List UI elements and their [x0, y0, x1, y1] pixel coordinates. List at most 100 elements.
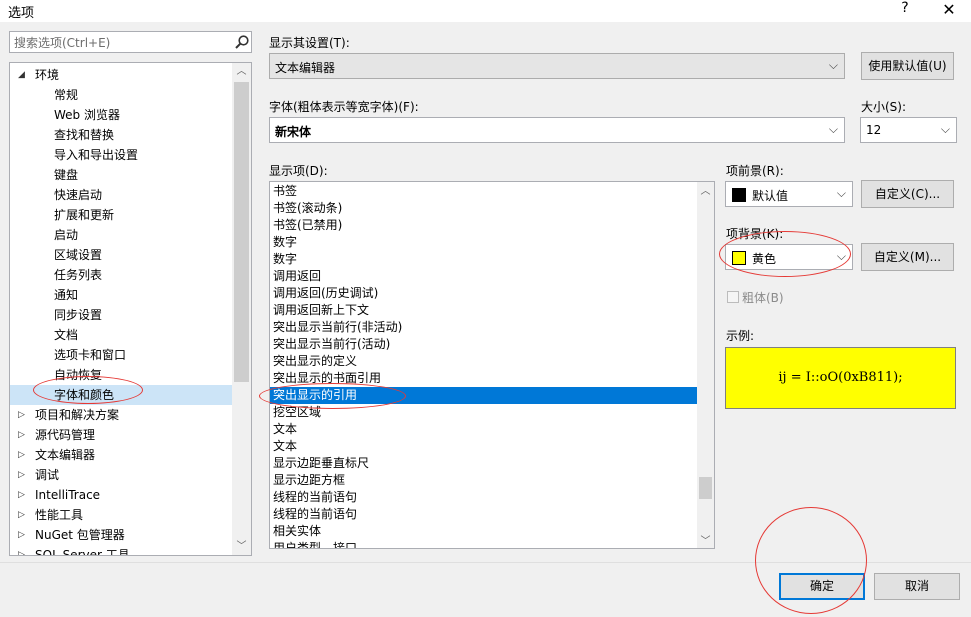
annotation-circle	[259, 383, 406, 409]
color-swatch	[732, 188, 746, 202]
list-item[interactable]: 相关实体	[270, 523, 697, 540]
foreground-label: 项前景(R):	[726, 164, 784, 178]
scroll-up-arrow-icon[interactable]: ︿	[232, 63, 251, 80]
list-item[interactable]: 文本	[270, 438, 697, 455]
tree-item-label: Web 浏览器	[54, 108, 120, 122]
background-custom-button[interactable]: 自定义(M)...	[861, 243, 954, 271]
list-item[interactable]: 突出显示当前行(非活动)	[270, 319, 697, 336]
list-scrollbar[interactable]: ︿ ﹀	[697, 182, 714, 548]
scroll-down-arrow-icon[interactable]: ﹀	[697, 532, 714, 548]
display-items-list[interactable]: 书签 书签(滚动条) 书签(已禁用) 数字 数字 调用返回 调用返回(历史调试) 调用返回新上…	[269, 181, 715, 549]
collapsed-arrow-icon[interactable]: ▷	[18, 405, 25, 425]
title-bar: 选项 ? ✕	[0, 0, 971, 22]
tree-item[interactable]: ▷ 调试	[10, 465, 232, 485]
bold-label: 粗体(B)	[742, 291, 784, 305]
tree-item[interactable]: 键盘	[10, 165, 232, 185]
chevron-down-icon: ⌵	[940, 122, 950, 136]
scroll-thumb[interactable]	[699, 477, 712, 499]
tree-item[interactable]: 任务列表	[10, 265, 232, 285]
search-box	[9, 31, 252, 53]
tree-item[interactable]: 文档	[10, 325, 232, 345]
list-item[interactable]: 线程的当前语句	[270, 506, 697, 523]
tree-scrollbar[interactable]: ︿ ﹀	[232, 63, 251, 555]
collapsed-arrow-icon[interactable]: ▷	[18, 425, 25, 445]
list-item[interactable]: 书签(滚动条)	[270, 200, 697, 217]
tree-item[interactable]: ▷ IntelliTrace	[10, 485, 232, 505]
list-item[interactable]: 数字	[270, 234, 697, 251]
tree-item[interactable]: ◢ 环境	[10, 65, 232, 85]
list-item[interactable]: 文本	[270, 421, 697, 438]
font-select[interactable]: 新宋体 ⌵	[269, 117, 845, 143]
list-item[interactable]: 突出显示的定义	[270, 353, 697, 370]
tree-item[interactable]: 区域设置	[10, 245, 232, 265]
collapsed-arrow-icon[interactable]: ▷	[18, 465, 25, 485]
list-item[interactable]: 调用返回(历史调试)	[270, 285, 697, 302]
list-item[interactable]: 显示边距方框	[270, 472, 697, 489]
sample-preview: ij = I::oO(0xB811);	[725, 347, 956, 409]
font-value: 新宋体	[275, 125, 312, 139]
cancel-button[interactable]: 取消	[874, 573, 960, 600]
tree-item-label: 性能工具	[35, 508, 84, 522]
tree-item[interactable]: ▷ NuGet 包管理器	[10, 525, 232, 545]
annotation-circle	[755, 507, 867, 614]
chevron-down-icon: ⌵	[828, 122, 838, 136]
foreground-select[interactable]: 默认值 ⌵	[725, 181, 853, 207]
tree-item-label: 导入和导出设置	[54, 148, 139, 162]
font-label: 字体(粗体表示等宽字体)(F):	[269, 100, 419, 114]
list-item[interactable]: 调用返回新上下文	[270, 302, 697, 319]
expanded-arrow-icon[interactable]: ◢	[18, 65, 25, 85]
collapsed-arrow-icon[interactable]: ▷	[18, 525, 25, 545]
settings-for-select[interactable]: 文本编辑器 ⌵	[269, 53, 845, 79]
size-label: 大小(S):	[861, 100, 907, 114]
tree-item-label: 启动	[54, 228, 79, 242]
tree-item[interactable]: ▷ 文本编辑器	[10, 445, 232, 465]
annotation-circle	[33, 376, 143, 404]
tree-item-label: 文本编辑器	[35, 448, 96, 462]
tree-item[interactable]: ▷ 源代码管理	[10, 425, 232, 445]
scroll-up-arrow-icon[interactable]: ︿	[697, 182, 714, 198]
list-item[interactable]: 调用返回	[270, 268, 697, 285]
use-defaults-button[interactable]: 使用默认值(U)	[861, 52, 954, 80]
tree-item-label: 区域设置	[54, 248, 103, 262]
search-icon[interactable]	[234, 34, 250, 50]
list-item[interactable]: 用户类型 - 接口	[270, 540, 697, 548]
list-item[interactable]: 书签	[270, 183, 697, 200]
settings-for-label: 显示其设置(T):	[269, 36, 350, 50]
collapsed-arrow-icon[interactable]: ▷	[18, 505, 25, 525]
list-item[interactable]: 数字	[270, 251, 697, 268]
close-button[interactable]: ✕	[939, 0, 959, 20]
size-select[interactable]: 12 ⌵	[860, 117, 957, 143]
tree-item[interactable]: 启动	[10, 225, 232, 245]
collapsed-arrow-icon[interactable]: ▷	[18, 485, 25, 505]
tree-item[interactable]: Web 浏览器	[10, 105, 232, 125]
tree-item[interactable]: 查找和替换	[10, 125, 232, 145]
collapsed-arrow-icon[interactable]: ▷	[18, 545, 25, 555]
tree-item-label: 任务列表	[54, 268, 103, 282]
tree-item[interactable]: 扩展和更新	[10, 205, 232, 225]
search-input[interactable]	[14, 35, 224, 51]
tree-item-label: 常规	[54, 88, 79, 102]
sample-label: 示例:	[726, 329, 755, 343]
tree-item[interactable]: 导入和导出设置	[10, 145, 232, 165]
chevron-down-icon: ⌵	[828, 58, 838, 72]
list-item[interactable]: 突出显示当前行(活动)	[270, 336, 697, 353]
tree-item[interactable]: ▷ 性能工具	[10, 505, 232, 525]
tree-item[interactable]: ▷ 项目和解决方案	[10, 405, 232, 425]
tree-item[interactable]: 同步设置	[10, 305, 232, 325]
foreground-custom-button[interactable]: 自定义(C)...	[861, 180, 954, 208]
tree-item[interactable]: 常规	[10, 85, 232, 105]
tree-item[interactable]: 通知	[10, 285, 232, 305]
list-item[interactable]: 线程的当前语句	[270, 489, 697, 506]
foreground-value: 默认值	[752, 189, 789, 203]
list-item[interactable]: 显示边距垂直标尺	[270, 455, 697, 472]
scroll-down-arrow-icon[interactable]: ﹀	[232, 538, 251, 555]
collapsed-arrow-icon[interactable]: ▷	[18, 445, 25, 465]
tree-item-label: 调试	[35, 468, 60, 482]
tree-item[interactable]: ▷ SQL Server 工具	[10, 545, 232, 555]
tree-item[interactable]: 选项卡和窗口	[10, 345, 232, 365]
help-button[interactable]: ?	[897, 0, 913, 20]
bold-checkbox[interactable]	[727, 291, 739, 303]
tree-item[interactable]: 快速启动	[10, 185, 232, 205]
list-item[interactable]: 书签(已禁用)	[270, 217, 697, 234]
scroll-thumb[interactable]	[234, 82, 249, 382]
